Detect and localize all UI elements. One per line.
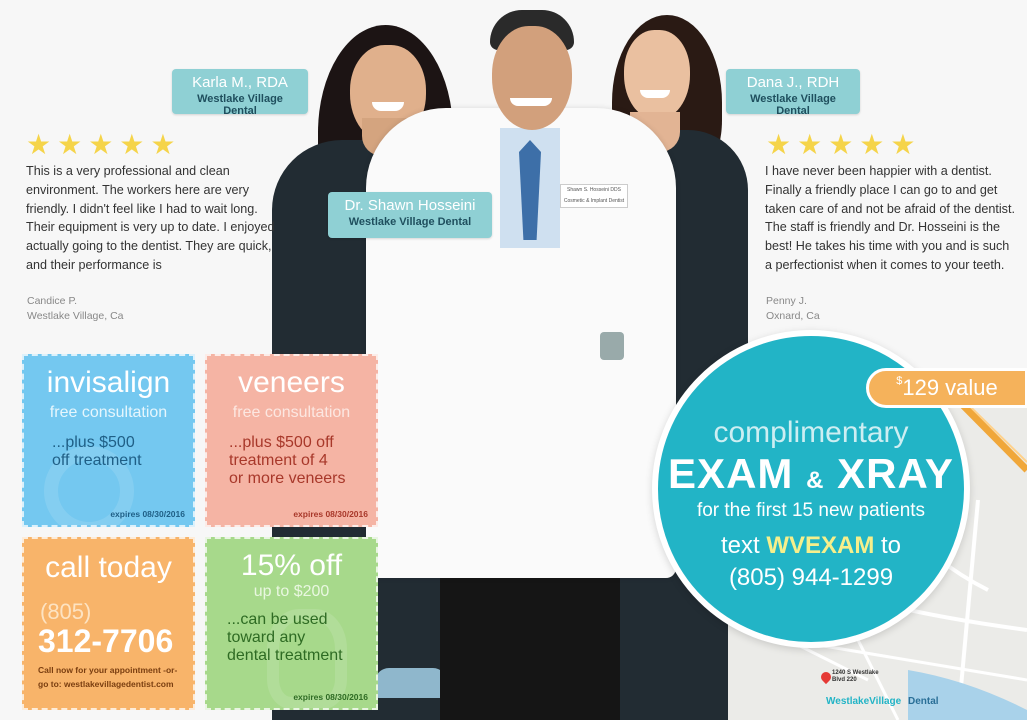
coupon-call-note2[interactable]: go to: westlakevillagedentist.com bbox=[38, 679, 174, 689]
nametag-karla-name: Karla M., RDA bbox=[192, 74, 288, 91]
map-pin-address: 1240 S Westlake Blvd 220 bbox=[832, 670, 879, 683]
coupon-invisalign-title: invisalign bbox=[46, 366, 171, 399]
nametag-karla: Karla M., RDA Westlake Village Dental bbox=[172, 69, 308, 117]
coupon-invisalign-line1: ...plus $500 bbox=[52, 434, 135, 451]
nametag-dana: Dana J., RDH Westlake Village Dental bbox=[726, 69, 860, 117]
coupon-veneers-subtitle: free consultation bbox=[232, 404, 351, 421]
nametag-dana-name: Dana J., RDH bbox=[746, 74, 840, 91]
coupon-veneers-expires: expires 08/30/2016 bbox=[293, 509, 368, 519]
coupon-veneers-title: veneers bbox=[238, 366, 345, 399]
review-left-author: Candice P. Westlake Village, Ca bbox=[27, 294, 124, 324]
offer-line3: for the first 15 new patients bbox=[696, 500, 926, 521]
review-right-text: I have never been happier with a dentist… bbox=[765, 164, 1015, 272]
nametag-doctor-practice: Westlake Village Dental bbox=[348, 216, 472, 228]
coupon-discount-expires: expires 08/30/2016 bbox=[293, 692, 368, 702]
coupon-veneers-line2: treatment of 4 bbox=[229, 452, 328, 469]
coupon-invisalign-subtitle: free consultation bbox=[49, 404, 168, 421]
coupon-discount-subtitle: up to $200 bbox=[253, 583, 330, 600]
coupon-discount-line2: toward any bbox=[227, 629, 306, 646]
nametag-doctor: Dr. Shawn Hosseini Westlake Village Dent… bbox=[328, 192, 492, 238]
nametag-doctor-name: Dr. Shawn Hosseini bbox=[344, 197, 476, 214]
coupon-call-area: (805) bbox=[40, 599, 92, 624]
coupon-discount-line1: ...can be used bbox=[227, 611, 328, 628]
review-right-stars: ★★★★★ bbox=[766, 129, 922, 160]
offer-xray: XRAY bbox=[837, 450, 954, 497]
offer-amp: & bbox=[806, 467, 825, 494]
coupon-call-number[interactable]: 312-7706 bbox=[38, 623, 173, 660]
offer-line1: complimentary bbox=[713, 416, 909, 449]
value-text: 129 value bbox=[902, 375, 998, 400]
review-right-author: Penny J. Oxnard, Ca bbox=[766, 294, 820, 324]
nametag-dana-practice: Westlake Village Dental bbox=[750, 93, 836, 117]
coupon-invisalign-expires: expires 08/30/2016 bbox=[110, 509, 185, 519]
offer-text-suffix: to bbox=[881, 532, 902, 559]
offer-text-line: text WVEXAM to bbox=[658, 532, 964, 560]
review-left-stars: ★★★★★ bbox=[26, 129, 182, 160]
offer-exam-xray: EXAM & XRAY bbox=[658, 450, 964, 498]
coupon-call-today[interactable]: call today (805) 312-7706 Call now for y… bbox=[22, 537, 195, 710]
coupon-call-title: call today bbox=[45, 551, 172, 584]
offer-phone[interactable]: (805) 944-1299 bbox=[658, 564, 964, 592]
review-right-author-name: Penny J. bbox=[766, 295, 807, 307]
coupon-veneers[interactable]: veneers free consultation ...plus $500 o… bbox=[205, 354, 378, 527]
coupon-discount-title: 15% off bbox=[240, 549, 343, 582]
review-right-author-location: Oxnard, Ca bbox=[766, 310, 820, 322]
coupon-call-note1: Call now for your appointment -or- bbox=[38, 665, 178, 675]
offer-exam: EXAM bbox=[668, 450, 794, 497]
map-brand: WestlakeVillage Dental bbox=[826, 696, 939, 707]
offer-code: WVEXAM bbox=[766, 532, 875, 559]
coupon-invisalign-line2: off treatment bbox=[52, 452, 142, 469]
coupon-veneers-line3: or more veneers bbox=[229, 470, 346, 487]
nametag-karla-practice: Westlake Village Dental bbox=[197, 93, 283, 117]
review-left-author-location: Westlake Village, Ca bbox=[27, 310, 124, 322]
review-left-author-name: Candice P. bbox=[27, 295, 78, 307]
coupon-discount-line3: dental treatment bbox=[227, 647, 343, 664]
map-brand-dental: Dental bbox=[908, 696, 939, 707]
review-left-text: This is a very professional and clean en… bbox=[26, 164, 275, 272]
coupon-invisalign[interactable]: invisalign free consultation ...plus $50… bbox=[22, 354, 195, 527]
value-tag: $129 value bbox=[866, 368, 1027, 408]
map-brand-name: WestlakeVillage bbox=[826, 696, 902, 707]
coupon-veneers-line1: ...plus $500 off bbox=[229, 434, 334, 451]
coupon-discount[interactable]: 15% off up to $200 ...can be used toward… bbox=[205, 537, 378, 710]
offer-text-prefix: text bbox=[720, 532, 760, 559]
